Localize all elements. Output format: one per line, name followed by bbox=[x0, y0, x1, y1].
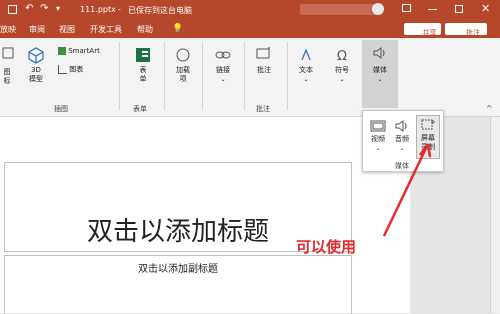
lightbulb-icon[interactable]: 💡 bbox=[172, 24, 183, 34]
3d-models-button[interactable]: 3D 模型 bbox=[24, 46, 48, 84]
minimize-icon[interactable] bbox=[428, 9, 437, 10]
media-group-label: 媒体 bbox=[395, 162, 409, 170]
shapes-icon bbox=[2, 47, 14, 59]
ribbon-display-options-icon[interactable] bbox=[402, 4, 411, 12]
save-icon[interactable] bbox=[8, 5, 17, 14]
comment-label: 批注 bbox=[257, 66, 271, 74]
maximize-icon[interactable] bbox=[455, 5, 463, 13]
text-icon bbox=[301, 48, 311, 61]
share-button[interactable]: 共享 bbox=[404, 23, 441, 37]
screen-record-label-1: 屏幕 bbox=[421, 134, 435, 142]
smartart-label: SmartArt bbox=[68, 47, 100, 55]
media-dropdown: 视频 ⌄ 音频 ⌄ 屏幕 录制 媒体 bbox=[362, 110, 444, 172]
vertical-scrollbar[interactable] bbox=[490, 117, 500, 313]
video-dropdown-icon: ⌄ bbox=[375, 145, 381, 152]
group-label-forms: 表单 bbox=[133, 105, 147, 113]
comment-button[interactable]: 批注 bbox=[252, 46, 276, 75]
collapse-ribbon-icon[interactable]: ^ bbox=[486, 104, 493, 113]
quick-access-dropdown-icon[interactable]: ▾ bbox=[56, 4, 60, 13]
undo-icon[interactable]: ↶ bbox=[25, 3, 33, 14]
text-dropdown-icon: ⌄ bbox=[303, 76, 309, 83]
smartart-icon bbox=[58, 47, 66, 55]
3d-label-2: 模型 bbox=[29, 75, 43, 83]
redo-icon[interactable]: ↷ bbox=[40, 3, 48, 14]
separator bbox=[202, 42, 203, 110]
audio-dropdown-icon: ⌄ bbox=[399, 145, 405, 152]
3d-label-1: 3D bbox=[31, 66, 41, 74]
close-icon[interactable]: ✕ bbox=[481, 2, 490, 15]
text-label: 文本 bbox=[299, 66, 313, 74]
omega-icon: Ω bbox=[337, 49, 347, 64]
icons-button[interactable] bbox=[2, 46, 14, 66]
media-button[interactable]: 媒体 ⌄ bbox=[362, 40, 398, 108]
subtitle-placeholder[interactable]: 双击以添加副标题 bbox=[4, 255, 352, 314]
screen-record-icon bbox=[421, 119, 435, 130]
forms-button[interactable]: 表 单 bbox=[132, 46, 154, 84]
subtitle-placeholder-text: 双击以添加副标题 bbox=[138, 264, 218, 275]
separator bbox=[119, 42, 120, 110]
ribbon-tabs: 放映 审阅 视图 开发工具 帮助 💡 共享 批注 bbox=[0, 20, 500, 38]
chart-label: 图表 bbox=[69, 65, 84, 74]
avatar[interactable] bbox=[372, 3, 384, 15]
partial-icons-button[interactable]: 图 标 bbox=[0, 68, 14, 86]
screen-recording-button[interactable]: 屏幕 录制 bbox=[416, 115, 440, 159]
tab-review[interactable]: 审阅 bbox=[29, 24, 45, 35]
symbols-dropdown-icon: ⌄ bbox=[339, 76, 345, 83]
annotation-text: 可以使用 bbox=[296, 238, 357, 256]
separator bbox=[287, 42, 288, 110]
title-separator: - bbox=[118, 5, 121, 14]
symbols-button[interactable]: Ω 符号 ⌄ bbox=[330, 46, 354, 84]
links-label: 链接 bbox=[216, 66, 230, 74]
media-label: 媒体 bbox=[373, 66, 387, 74]
audio-label: 音频 bbox=[395, 135, 409, 143]
addins-label-2: 项 bbox=[179, 75, 187, 83]
comments-button[interactable]: 批注 bbox=[445, 23, 487, 37]
separator bbox=[244, 42, 245, 110]
ribbon: 图 标 3D 模型 SmartArt 图表 插图 表 单 表单 加载 项 链接 … bbox=[0, 38, 500, 117]
forms-label-2: 单 bbox=[139, 75, 147, 83]
video-button[interactable]: 视频 ⌄ bbox=[367, 119, 389, 153]
svg-text:Ω: Ω bbox=[337, 49, 347, 64]
tab-developer[interactable]: 开发工具 bbox=[90, 24, 122, 35]
link-icon bbox=[215, 51, 231, 59]
smartart-button[interactable]: SmartArt bbox=[58, 47, 108, 56]
title-bar: ↶ ↷ ▾ 111.pptx - 已保存到这台电脑 ✕ bbox=[0, 0, 500, 20]
separator bbox=[164, 42, 165, 110]
audio-icon bbox=[395, 120, 407, 132]
partial-label-a: 图 bbox=[3, 68, 11, 76]
slide-canvas: 双击以添加标题 双击以添加副标题 bbox=[0, 117, 410, 314]
chart-icon bbox=[58, 65, 67, 74]
addins-icon bbox=[176, 48, 190, 62]
speaker-icon bbox=[373, 47, 385, 59]
chart-button[interactable]: 图表 bbox=[58, 65, 98, 75]
tab-slideshow[interactable]: 放映 bbox=[0, 24, 16, 35]
forms-label-1: 表 bbox=[139, 66, 147, 74]
video-label: 视频 bbox=[371, 135, 385, 143]
links-button[interactable]: 链接 ⌄ bbox=[210, 46, 236, 84]
audio-button[interactable]: 音频 ⌄ bbox=[391, 119, 413, 153]
group-label-illustrations: 插图 bbox=[54, 105, 68, 113]
partial-label-b: 标 bbox=[3, 77, 11, 85]
text-button[interactable]: 文本 ⌄ bbox=[294, 46, 318, 84]
account-area[interactable] bbox=[300, 4, 382, 15]
group-label-comments: 批注 bbox=[256, 105, 270, 113]
cube-icon bbox=[28, 47, 44, 64]
film-icon bbox=[370, 120, 386, 132]
new-comment-icon bbox=[256, 47, 270, 59]
addins-button[interactable]: 加载 项 bbox=[172, 46, 194, 84]
file-name: 111.pptx bbox=[80, 5, 116, 14]
forms-icon bbox=[136, 48, 150, 62]
symbols-label: 符号 bbox=[335, 66, 349, 74]
addins-label-1: 加载 bbox=[176, 66, 190, 74]
media-dropdown-icon: ⌄ bbox=[377, 76, 383, 83]
screen-record-label-2: 录制 bbox=[421, 143, 435, 151]
save-status: 已保存到这台电脑 bbox=[128, 6, 192, 15]
tab-view[interactable]: 视图 bbox=[59, 24, 75, 35]
tab-help[interactable]: 帮助 bbox=[137, 24, 153, 35]
links-dropdown-icon: ⌄ bbox=[220, 76, 226, 83]
